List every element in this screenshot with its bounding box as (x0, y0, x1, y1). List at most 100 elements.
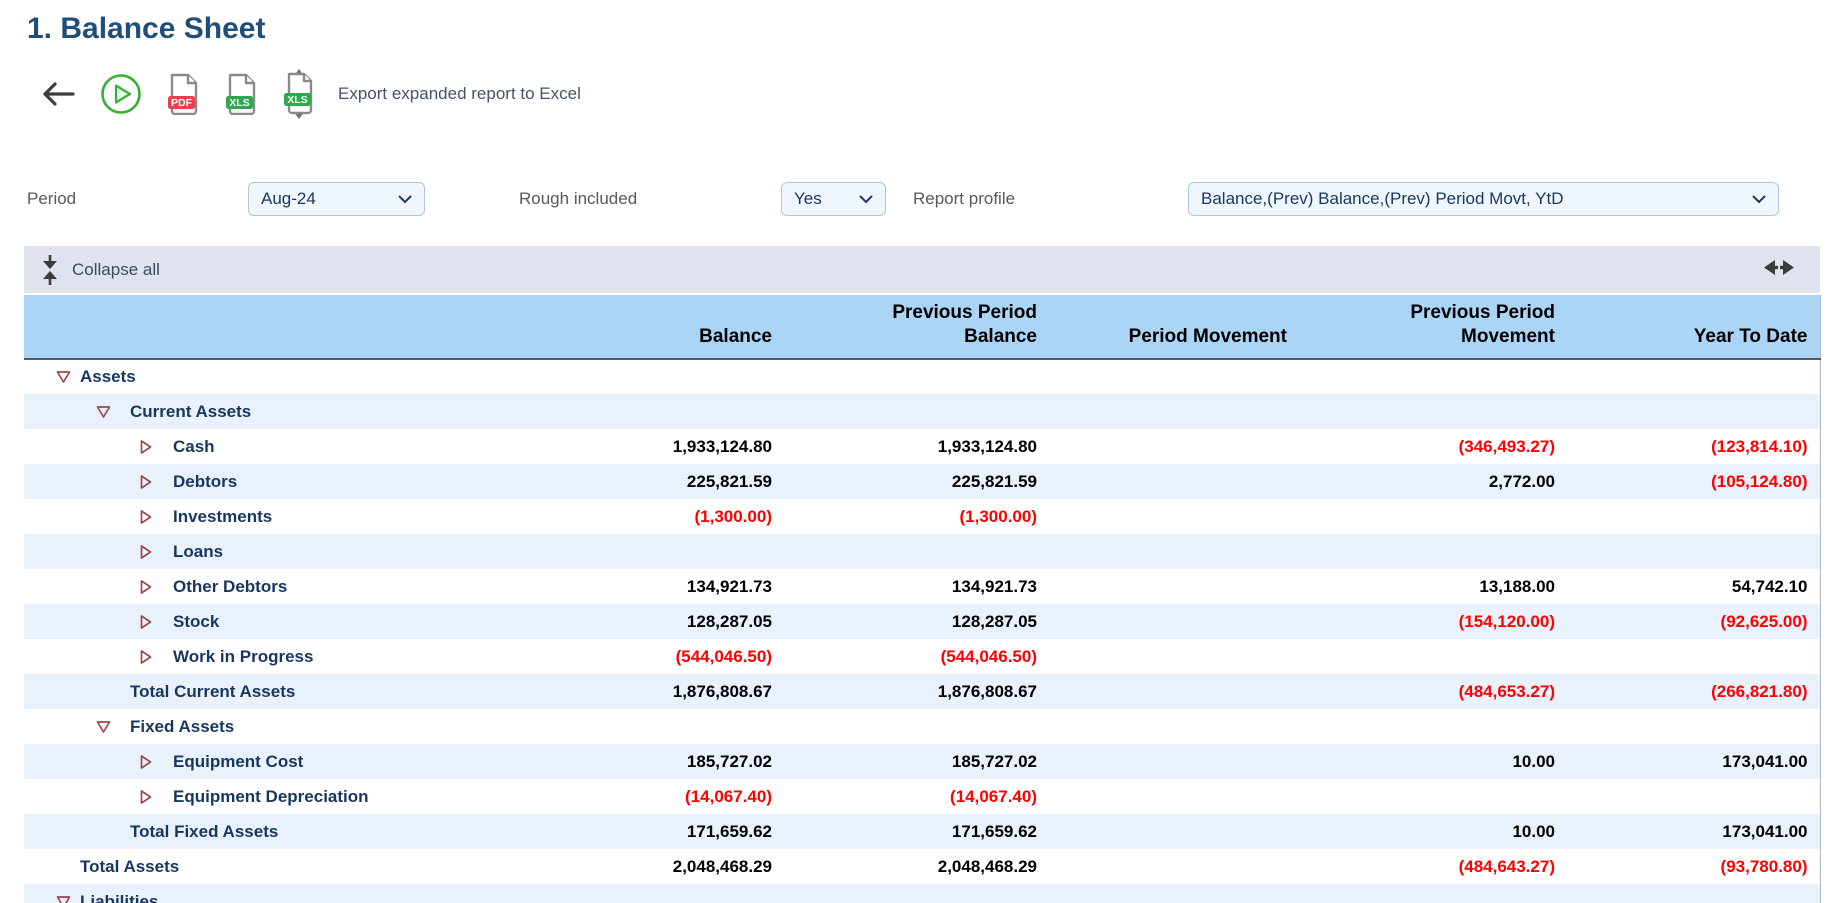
cell-balance: 2,048,468.29 (464, 849, 784, 884)
table-row: Other Debtors134,921.73134,921.7313,188.… (24, 569, 1820, 604)
tree-expanded-icon[interactable] (96, 405, 111, 418)
export-excel-icon[interactable]: XLS (224, 73, 258, 115)
rough-included-label: Rough included (519, 182, 637, 216)
cell-period-movement (1049, 499, 1299, 534)
row-label: Total Fixed Assets (130, 822, 278, 841)
cell-previous-period-balance (784, 884, 1049, 903)
row-label: Fixed Assets (130, 717, 234, 736)
cell-previous-period-balance (784, 709, 1049, 744)
rough-included-select-value: Yes (794, 189, 849, 209)
period-select[interactable]: Aug-24 (248, 182, 425, 216)
table-row: Work in Progress(544,046.50)(544,046.50) (24, 639, 1820, 674)
cell-previous-period-balance (784, 359, 1049, 394)
tree-leaf-icon[interactable] (140, 789, 152, 804)
cell-year-to-date (1567, 709, 1820, 744)
cell-year-to-date (1567, 394, 1820, 429)
collapse-all-label: Collapse all (72, 260, 160, 280)
column-header-balance: Balance (464, 295, 784, 359)
cell-previous-period-movement (1299, 359, 1567, 394)
cell-year-to-date: (266,821.80) (1567, 674, 1820, 709)
row-label: Total Current Assets (130, 682, 295, 701)
cell-balance: 225,821.59 (464, 464, 784, 499)
tree-leaf-icon[interactable] (140, 614, 152, 629)
row-label: Total Assets (80, 857, 179, 876)
export-pdf-icon[interactable]: PDF (166, 73, 200, 115)
table-row: Equipment Depreciation(14,067.40)(14,067… (24, 779, 1820, 814)
tree-leaf-icon[interactable] (140, 754, 152, 769)
cell-year-to-date (1567, 499, 1820, 534)
row-label: Debtors (173, 472, 237, 491)
cell-period-movement (1049, 359, 1299, 394)
cell-balance: (14,067.40) (464, 779, 784, 814)
cell-previous-period-movement (1299, 499, 1567, 534)
cell-previous-period-movement (1299, 394, 1567, 429)
tree-leaf-icon[interactable] (140, 579, 152, 594)
cell-previous-period-balance (784, 534, 1049, 569)
cell-period-movement (1049, 639, 1299, 674)
row-name-cell: Loans (24, 534, 464, 569)
row-label: Current Assets (130, 402, 251, 421)
cell-previous-period-balance: (14,067.40) (784, 779, 1049, 814)
cell-period-movement (1049, 779, 1299, 814)
run-report-icon[interactable] (100, 73, 142, 115)
row-name-cell: Other Debtors (24, 569, 464, 604)
row-label: Assets (80, 367, 136, 386)
tree-leaf-icon[interactable] (140, 544, 152, 559)
row-label: Work in Progress (173, 647, 313, 666)
table-row: Total Fixed Assets171,659.62171,659.6210… (24, 814, 1820, 849)
cell-previous-period-balance: (1,300.00) (784, 499, 1049, 534)
tree-expanded-icon[interactable] (96, 720, 111, 733)
export-expanded-label: Export expanded report to Excel (338, 84, 581, 104)
row-label: Cash (173, 437, 215, 456)
chevron-down-icon (398, 195, 412, 204)
cell-year-to-date: (123,814.10) (1567, 429, 1820, 464)
cell-previous-period-movement (1299, 709, 1567, 744)
cell-period-movement (1049, 709, 1299, 744)
cell-previous-period-balance: 185,727.02 (784, 744, 1049, 779)
filter-bar: Period Aug-24 Rough included Yes Report … (0, 182, 1844, 216)
collapse-all-button[interactable]: Collapse all (40, 255, 160, 285)
rough-included-select[interactable]: Yes (781, 182, 886, 216)
tree-expanded-icon[interactable] (56, 895, 71, 903)
svg-text:PDF: PDF (171, 97, 193, 109)
cell-balance: 171,659.62 (464, 814, 784, 849)
back-arrow-icon[interactable] (40, 81, 76, 107)
cell-balance (464, 884, 784, 903)
cell-period-movement (1049, 884, 1299, 903)
tree-leaf-icon[interactable] (140, 474, 152, 489)
expand-horizontal-icon[interactable] (1764, 258, 1794, 281)
column-header-year-to-date: Year To Date (1567, 295, 1820, 359)
row-name-cell: Current Assets (24, 394, 464, 429)
cell-balance (464, 534, 784, 569)
table-row: Fixed Assets (24, 709, 1820, 744)
tree-leaf-icon[interactable] (140, 509, 152, 524)
row-name-cell: Stock (24, 604, 464, 639)
collapse-vertical-icon (40, 255, 60, 285)
cell-previous-period-movement: 2,772.00 (1299, 464, 1567, 499)
period-label: Period (27, 182, 76, 216)
table-row: Equipment Cost185,727.02185,727.0210.001… (24, 744, 1820, 779)
report-profile-select[interactable]: Balance,(Prev) Balance,(Prev) Period Mov… (1188, 182, 1779, 216)
row-name-cell: Equipment Cost (24, 744, 464, 779)
row-label: Stock (173, 612, 219, 631)
row-name-cell: Total Assets (24, 849, 464, 884)
chevron-down-icon (1752, 195, 1766, 204)
cell-year-to-date (1567, 534, 1820, 569)
row-label: Equipment Cost (173, 752, 303, 771)
cell-period-movement (1049, 464, 1299, 499)
row-label: Other Debtors (173, 577, 287, 596)
cell-previous-period-movement (1299, 639, 1567, 674)
tree-leaf-icon[interactable] (140, 649, 152, 664)
tree-leaf-icon[interactable] (140, 439, 152, 454)
cell-previous-period-balance: 134,921.73 (784, 569, 1049, 604)
column-header-period-movement: Period Movement (1049, 295, 1299, 359)
cell-previous-period-movement: (154,120.00) (1299, 604, 1567, 639)
cell-balance: 128,287.05 (464, 604, 784, 639)
cell-year-to-date: (105,124.80) (1567, 464, 1820, 499)
tree-expanded-icon[interactable] (56, 371, 71, 384)
cell-previous-period-movement: 10.00 (1299, 744, 1567, 779)
table-row: Liabilities (24, 884, 1820, 903)
report-profile-label: Report profile (913, 182, 1015, 216)
cell-year-to-date: 54,742.10 (1567, 569, 1820, 604)
export-excel-expanded-icon[interactable]: XLS (282, 69, 316, 119)
